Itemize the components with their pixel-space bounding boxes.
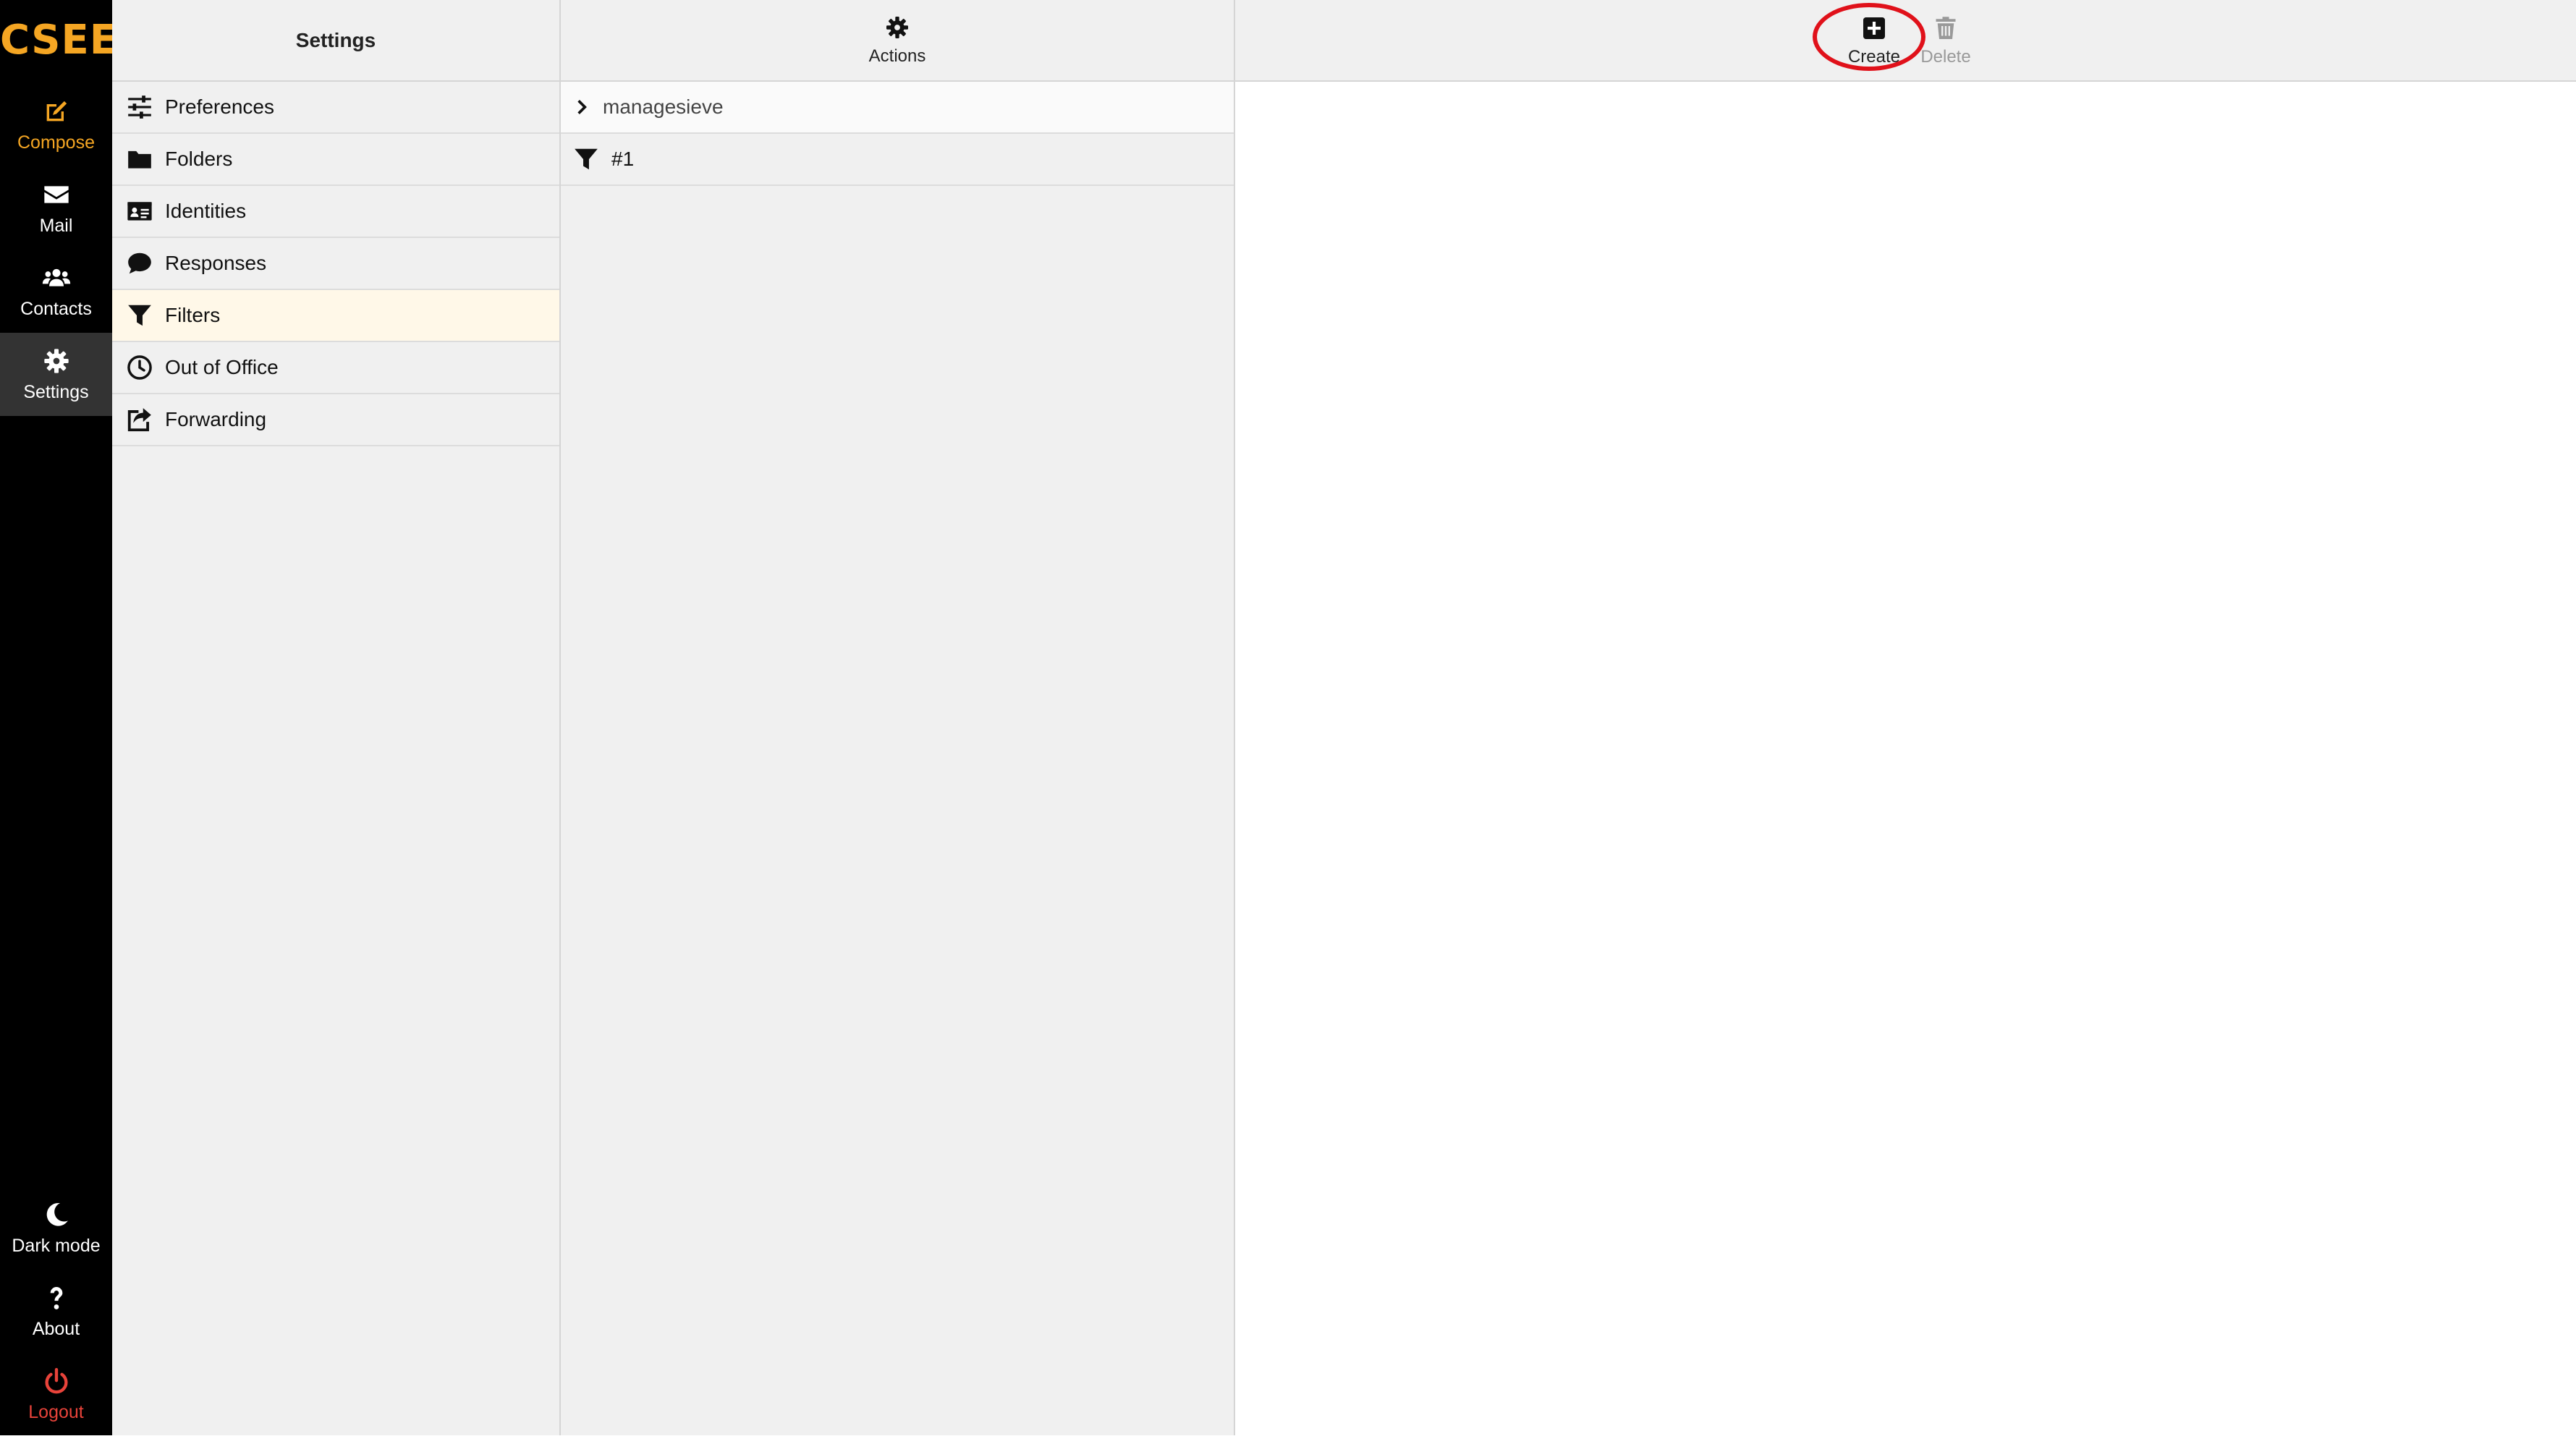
nav-compose-label: Compose (17, 132, 95, 153)
filters-toolbar: Actions (561, 0, 1234, 82)
filter-icon (128, 305, 151, 326)
moon-icon (46, 1202, 68, 1226)
nav-mail-label: Mail (39, 215, 73, 236)
create-button[interactable]: Create (1838, 10, 1910, 72)
sliders-icon (128, 95, 151, 119)
actions-button[interactable]: Actions (868, 14, 926, 67)
nav-logout[interactable]: Logout (0, 1353, 112, 1436)
nav-about[interactable]: About (0, 1270, 112, 1353)
main-navigation: CSEE Compose Mail Contacts Settings Dark… (0, 0, 117, 1436)
filter-set-selector[interactable]: managesieve (561, 82, 1234, 134)
filters-panel: Actions managesieve #1 (561, 0, 1235, 1435)
settings-item-folders[interactable]: Folders (112, 134, 559, 186)
compose-icon (46, 101, 67, 121)
settings-item-label: Filters (165, 304, 221, 326)
clock-icon (127, 355, 152, 380)
power-icon (45, 1367, 67, 1393)
settings-item-label: Folders (165, 148, 233, 170)
settings-header: Settings (112, 0, 559, 82)
nav-about-label: About (32, 1318, 80, 1339)
settings-item-preferences[interactable]: Preferences (112, 82, 559, 134)
settings-item-responses[interactable]: Responses (112, 238, 559, 290)
filter-icon (575, 148, 598, 170)
filter-list-item[interactable]: #1 (561, 134, 1234, 186)
users-icon (42, 268, 70, 286)
nav-settings[interactable]: Settings (0, 333, 112, 416)
settings-item-label: Preferences (165, 95, 274, 118)
nav-settings-label: Settings (23, 381, 89, 402)
settings-item-label: Out of Office (165, 356, 279, 378)
settings-title: Settings (295, 28, 376, 51)
settings-item-identities[interactable]: Identities (112, 186, 559, 238)
question-icon (50, 1286, 62, 1309)
filter-name: #1 (611, 148, 635, 170)
delete-label: Delete (1920, 47, 1971, 67)
settings-item-label: Forwarding (165, 408, 267, 430)
gear-icon (43, 348, 69, 373)
nav-logout-label: Logout (28, 1401, 84, 1422)
settings-item-forwarding[interactable]: Forwarding (112, 394, 559, 446)
filter-content-area: Create Delete (1235, 0, 2576, 1435)
actions-label: Actions (868, 46, 926, 66)
id-card-icon (127, 202, 152, 221)
nav-contacts-label: Contacts (20, 298, 92, 319)
settings-item-out-of-office[interactable]: Out of Office (112, 342, 559, 394)
app-logo[interactable]: CSEE (0, 10, 117, 71)
chevron-right-icon (577, 100, 587, 114)
plus-square-icon (1863, 17, 1885, 39)
gear-icon (886, 16, 908, 38)
delete-button[interactable]: Delete (1910, 10, 1982, 72)
content-toolbar: Create Delete (1235, 0, 2576, 82)
settings-panel: Settings Preferences Folders Identities … (112, 0, 561, 1435)
nav-mail[interactable]: Mail (0, 166, 112, 250)
create-label: Create (1847, 47, 1901, 67)
settings-item-filters[interactable]: Filters (112, 290, 559, 342)
folder-icon (128, 150, 151, 169)
nav-dark-mode-label: Dark mode (12, 1235, 101, 1256)
nav-dark-mode[interactable]: Dark mode (0, 1186, 112, 1270)
trash-icon (1936, 17, 1956, 39)
share-icon (127, 408, 151, 432)
nav-compose[interactable]: Compose (0, 83, 112, 166)
comment-icon (128, 252, 151, 274)
filter-set-name: managesieve (603, 95, 724, 118)
envelope-icon (43, 185, 69, 203)
settings-item-label: Responses (165, 252, 267, 274)
nav-contacts[interactable]: Contacts (0, 250, 112, 333)
settings-item-label: Identities (165, 200, 247, 222)
